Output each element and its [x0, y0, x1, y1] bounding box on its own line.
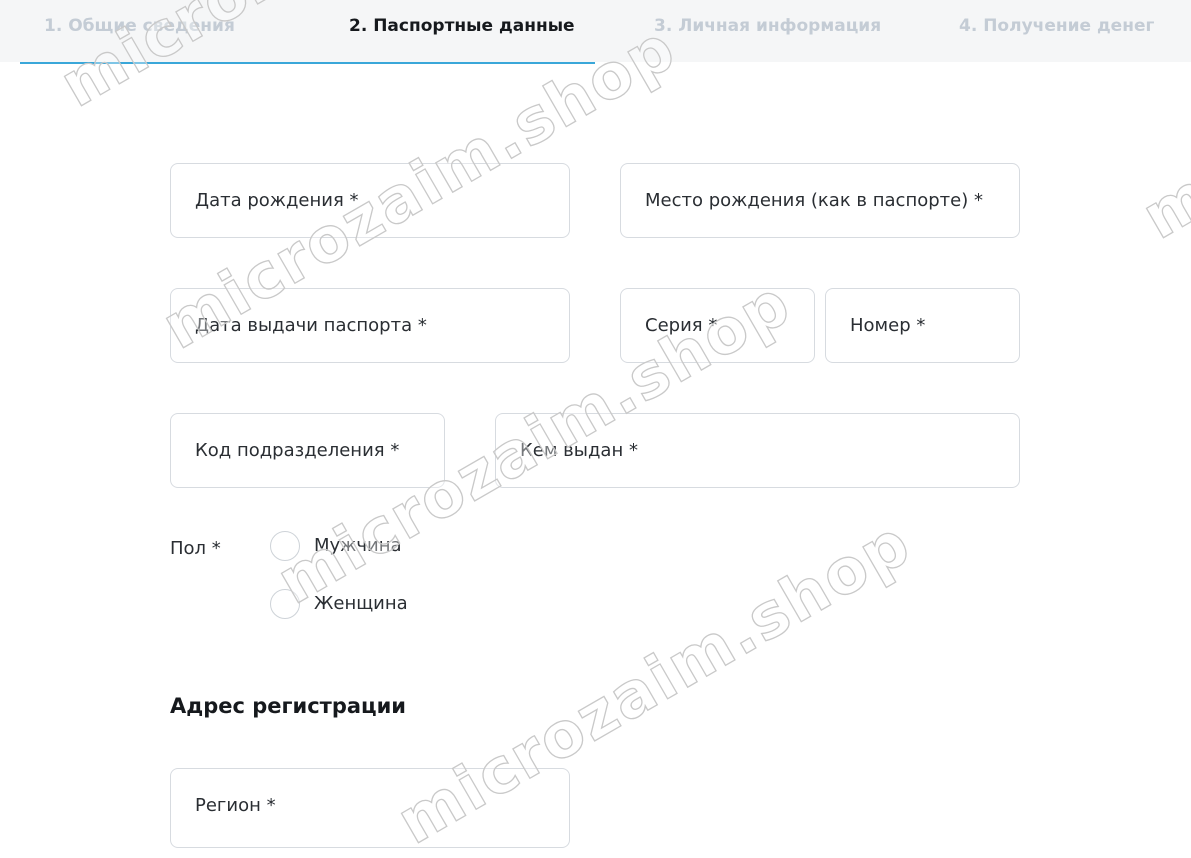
active-step-underline — [20, 62, 595, 64]
steps-bar: 1. Общие сведения 2. Паспортные данные 3… — [0, 0, 1191, 62]
gender-female-label: Женщина — [314, 593, 408, 614]
issued-by-field[interactable]: Кем выдан * — [495, 413, 1020, 488]
step-general[interactable]: 1. Общие сведения — [44, 16, 235, 36]
number-label: Номер * — [850, 315, 926, 336]
gender-label: Пол * — [170, 538, 221, 559]
region-label: Регион * — [195, 795, 276, 816]
series-field[interactable]: Серия * — [620, 288, 815, 363]
step-personal[interactable]: 3. Личная информация — [654, 16, 881, 36]
step-passport[interactable]: 2. Паспортные данные — [349, 16, 575, 36]
gender-male-label: Мужчина — [314, 535, 402, 556]
radio-female[interactable] — [270, 589, 300, 619]
birth-place-label: Место рождения (как в паспорте) * — [645, 190, 983, 211]
gender-female-option[interactable]: Женщина — [270, 589, 430, 621]
issue-date-label: Дата выдачи паспорта * — [195, 315, 427, 336]
radio-male[interactable] — [270, 531, 300, 561]
region-field[interactable]: Регион * — [170, 768, 570, 848]
series-label: Серия * — [645, 315, 718, 336]
issued-by-label: Кем выдан * — [520, 440, 638, 461]
birth-place-field[interactable]: Место рождения (как в паспорте) * — [620, 163, 1020, 238]
division-code-field[interactable]: Код подразделения * — [170, 413, 445, 488]
number-field[interactable]: Номер * — [825, 288, 1020, 363]
birth-date-label: Дата рождения * — [195, 190, 359, 211]
address-section-title: Адрес регистрации — [170, 694, 407, 718]
issue-date-field[interactable]: Дата выдачи паспорта * — [170, 288, 570, 363]
birth-date-field[interactable]: Дата рождения * — [170, 163, 570, 238]
step-money[interactable]: 4. Получение денег — [959, 16, 1154, 36]
division-code-label: Код подразделения * — [195, 440, 400, 461]
gender-male-option[interactable]: Мужчина — [270, 531, 430, 563]
